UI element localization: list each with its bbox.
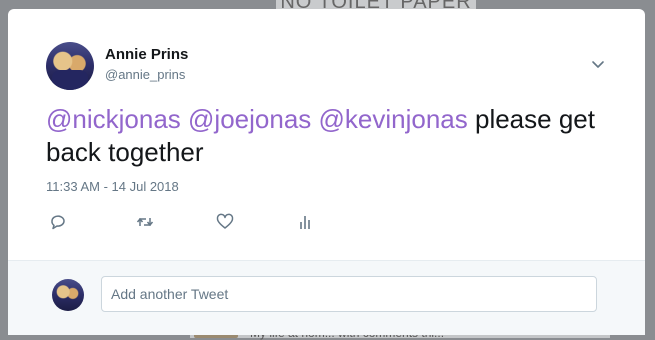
tweet-text-segment	[311, 104, 318, 134]
author-avatar[interactable]	[46, 42, 94, 90]
author-handle[interactable]: @annie_prins	[105, 67, 185, 82]
author-name[interactable]: Annie Prins	[105, 46, 188, 63]
analytics-icon[interactable]	[295, 212, 315, 232]
reply-icon[interactable]	[48, 212, 68, 232]
tweet-text-segment	[181, 104, 188, 134]
retweet-icon[interactable]	[135, 212, 155, 232]
tweet-card: Annie Prins @annie_prins @nickjonas @joe…	[8, 9, 645, 335]
reply-composer	[8, 260, 645, 335]
mention-link[interactable]: @joejonas	[188, 104, 311, 134]
current-user-avatar	[52, 279, 84, 311]
tweet-text: @nickjonas @joejonas @kevinjonas please …	[46, 103, 606, 169]
reply-input[interactable]	[101, 276, 597, 312]
mention-link[interactable]: @kevinjonas	[319, 104, 468, 134]
tweet-timestamp[interactable]: 11:33 AM - 14 Jul 2018	[46, 179, 179, 194]
mention-link[interactable]: @nickjonas	[46, 104, 181, 134]
chevron-down-icon[interactable]	[588, 57, 608, 73]
like-icon[interactable]	[215, 212, 235, 232]
